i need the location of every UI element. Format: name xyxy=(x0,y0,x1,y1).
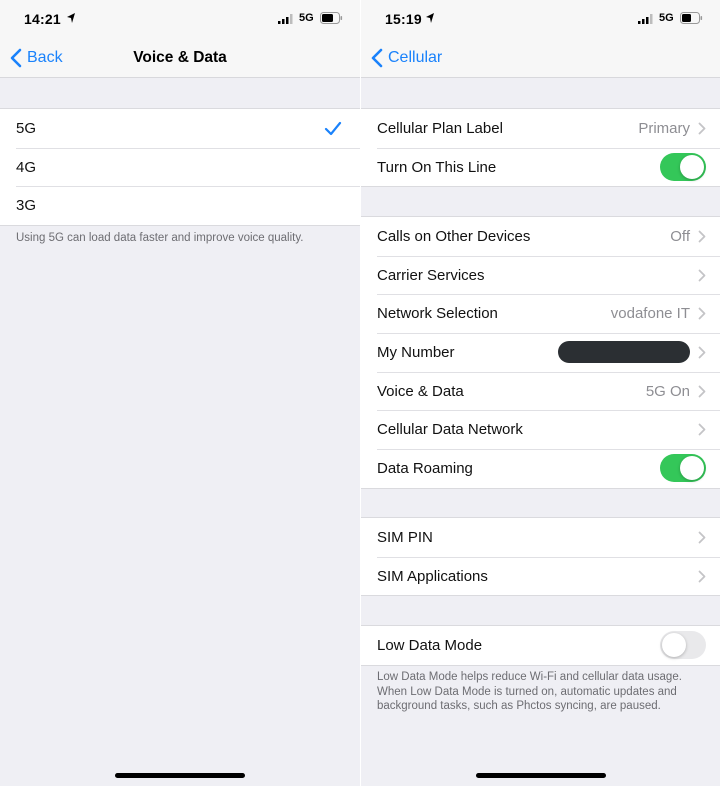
sim-group: SIM PIN SIM Applications xyxy=(361,517,720,597)
chevron-right-icon xyxy=(698,385,706,397)
network-type: 5G xyxy=(299,12,314,24)
my-number-row[interactable]: My Number xyxy=(361,333,720,372)
row-value: Off xyxy=(670,227,690,245)
cellular-signal-icon xyxy=(278,14,293,24)
battery-icon xyxy=(320,12,343,24)
sim-applications-row[interactable]: SIM Applications xyxy=(361,556,720,596)
row-label: Turn On This Line xyxy=(377,158,497,176)
navigation-bar: Cellular xyxy=(361,38,720,78)
cellular-plan-label-row[interactable]: Cellular Plan Label Primary xyxy=(361,109,720,148)
toggle-knob xyxy=(680,456,704,481)
row-value: vodafone IT xyxy=(610,305,690,323)
option-5g[interactable]: 5G xyxy=(0,109,360,148)
voice-data-screen: 14:21 5G Back Voice & Data 5G 4G 3G Usin… xyxy=(0,0,360,786)
row-label: Cellular Data Network xyxy=(377,421,523,439)
plan-group: Cellular Plan Label Primary Turn On This… xyxy=(361,108,720,188)
row-label: Cellular Plan Label xyxy=(377,119,503,137)
row-label: My Number xyxy=(377,343,455,361)
cellular-signal-icon xyxy=(638,14,653,24)
row-label: Voice & Data xyxy=(377,382,464,400)
row-label: SIM Applications xyxy=(377,567,488,585)
home-indicator[interactable] xyxy=(475,773,606,778)
cellular-data-network-row[interactable]: Cellular Data Network xyxy=(361,410,720,449)
status-time: 14:21 xyxy=(24,11,61,27)
data-roaming-toggle[interactable] xyxy=(660,454,706,483)
option-label: 5G xyxy=(16,119,37,137)
sim-pin-row[interactable]: SIM PIN xyxy=(361,518,720,557)
row-label: Network Selection xyxy=(377,305,498,323)
back-chevron-icon xyxy=(371,48,383,68)
chevron-right-icon xyxy=(698,122,706,135)
home-indicator[interactable] xyxy=(115,773,245,778)
carrier-services-row[interactable]: Carrier Services xyxy=(361,255,720,295)
row-value: 5G On xyxy=(645,382,690,400)
chevron-right-icon xyxy=(698,346,706,359)
redacted-phone-number xyxy=(558,341,690,364)
chevron-right-icon xyxy=(698,423,706,436)
turn-on-line-toggle[interactable] xyxy=(660,153,706,182)
status-time: 15:19 xyxy=(385,11,422,27)
status-bar: 15:19 5G xyxy=(361,0,720,38)
row-value: Primary xyxy=(638,119,690,137)
back-button[interactable]: Cellular xyxy=(371,48,442,68)
chevron-right-icon xyxy=(698,307,706,320)
network-selection-row[interactable]: Network Selection vodafone IT xyxy=(361,294,720,333)
cellular-settings-screen: 15:19 5G Cellular Cellular Plan Label Pr… xyxy=(361,0,720,786)
row-label: Low Data Mode xyxy=(377,636,483,654)
voice-data-row[interactable]: Voice & Data 5G On xyxy=(361,371,720,411)
row-label: Calls on Other Devices xyxy=(377,227,531,245)
chevron-right-icon xyxy=(698,531,706,544)
checkmark-icon xyxy=(324,121,342,135)
services-group: Calls on Other Devices Off Carrier Servi… xyxy=(361,216,720,489)
chevron-right-icon xyxy=(698,269,706,281)
battery-icon xyxy=(680,12,703,24)
page-title: Voice & Data xyxy=(133,49,227,66)
row-label: Data Roaming xyxy=(377,459,473,477)
calls-other-devices-row[interactable]: Calls on Other Devices Off xyxy=(361,217,720,256)
turn-on-line-row: Turn On This Line xyxy=(361,147,720,187)
location-arrow-icon xyxy=(426,13,434,23)
row-label: Carrier Services xyxy=(377,266,485,284)
toggle-knob xyxy=(662,633,686,658)
data-roaming-row: Data Roaming xyxy=(361,449,720,488)
low-data-mode-toggle[interactable] xyxy=(660,631,706,660)
chevron-right-icon xyxy=(698,570,706,582)
option-label: 4G xyxy=(16,158,37,176)
chevron-right-icon xyxy=(698,230,706,243)
status-bar: 14:21 5G xyxy=(0,0,360,38)
back-label: Cellular xyxy=(388,49,443,66)
low-data-footer: Low Data Mode helps reduce Wi-Fi and cel… xyxy=(377,671,682,712)
option-label: 3G xyxy=(16,197,37,215)
low-data-mode-row: Low Data Mode xyxy=(361,626,720,665)
row-label: SIM PIN xyxy=(377,528,433,546)
option-4g[interactable]: 4G xyxy=(0,147,360,187)
network-type: 5G xyxy=(659,12,674,24)
navigation-bar: Back Voice & Data xyxy=(0,38,360,78)
toggle-knob xyxy=(680,155,704,180)
network-options-list: 5G 4G 3G xyxy=(0,108,360,227)
voice-data-footer: Using 5G can load data faster and improv… xyxy=(16,232,304,244)
location-arrow-icon xyxy=(67,13,75,23)
option-3g[interactable]: 3G xyxy=(0,186,360,225)
low-data-group: Low Data Mode xyxy=(361,625,720,666)
